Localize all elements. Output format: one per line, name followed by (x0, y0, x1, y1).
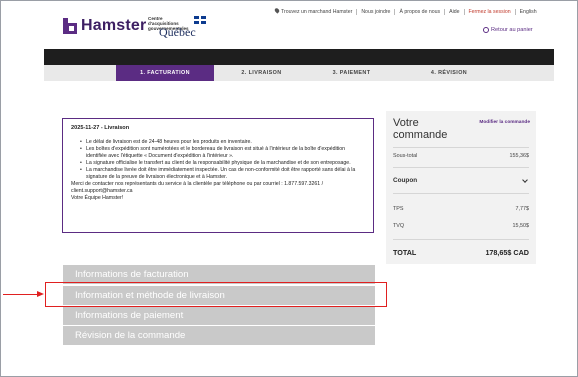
coupon-toggle[interactable]: Coupon (393, 177, 529, 184)
page-frame: Hamster Centre d'acquisitions gouverneme… (0, 0, 578, 377)
step-review[interactable]: 4. RÉVISION (394, 65, 504, 81)
tvq-value: 15,50$ (512, 223, 530, 229)
divider (393, 167, 529, 168)
order-title: Votre commande (393, 117, 448, 141)
find-merchant-link[interactable]: Trouvez un marchand Hamster (271, 7, 356, 15)
total-label: TOTAL (393, 248, 417, 257)
divider (393, 239, 529, 240)
delivery-notice: 2025-11-27 - Livraison Le délai de livra… (62, 118, 374, 233)
notice-item: Le délai de livraison est de 24-48 heure… (80, 139, 365, 146)
coupon-label: Coupon (393, 177, 418, 184)
gov-name: Québec (159, 25, 196, 39)
hamster-logo[interactable]: Hamster (63, 17, 146, 35)
logout-link[interactable]: Fermez la session (463, 8, 515, 15)
section-order-review[interactable]: Révision de la commande (63, 326, 375, 345)
back-to-cart-link[interactable]: Retour au panier (483, 27, 533, 33)
notice-item: La signature officialise le transfert au… (80, 160, 365, 167)
step-shipping[interactable]: 2. LIVRAISON (214, 65, 309, 81)
checkout-steps: 1. FACTURATION 2. LIVRAISON 3. PAIEMENT … (44, 65, 554, 81)
total-row: TOTAL 178,65$ CAD (393, 248, 529, 257)
divider (393, 147, 529, 148)
notice-list: Le délai de livraison est de 24-48 heure… (71, 139, 365, 181)
chevron-down-icon (522, 177, 528, 183)
section-payment-info[interactable]: Informations de paiement (63, 306, 375, 325)
annotation-arrow-line (3, 294, 40, 296)
brand-name: Hamster (81, 17, 147, 34)
subtotal-label: Sous-total (393, 153, 418, 159)
highlight-box (45, 282, 387, 307)
total-value: 178,65$ CAD (485, 248, 529, 257)
language-link[interactable]: English (514, 8, 541, 15)
subtotal-row: Sous-total 155,36$ (393, 153, 529, 159)
notice-item: Les boîtes d'expédition sont numérotées … (80, 146, 365, 160)
divider (393, 193, 529, 194)
notice-signature: Votre Équipe Hamster! (71, 195, 124, 201)
tvq-row: TVQ 15,50$ (393, 223, 529, 229)
hamster-logo-icon (63, 18, 77, 34)
black-banner (44, 49, 554, 65)
gov-logo: Centre d'acquisitions gouvernementales Q… (148, 16, 218, 39)
quebec-flag-icon (194, 16, 206, 24)
steps-spacer (44, 65, 116, 81)
step-payment[interactable]: 3. PAIEMENT (309, 65, 394, 81)
notice-contact: Merci de contacter nos représentants du … (71, 181, 324, 194)
tvq-label: TVQ (393, 223, 405, 229)
location-pin-icon (273, 7, 281, 14)
about-link[interactable]: À propos de nous (394, 8, 444, 15)
arrow-right-icon (37, 291, 44, 297)
top-navigation: Trouvez un marchand Hamster Nous joindre… (271, 7, 541, 15)
tps-value: 7,77$ (515, 206, 530, 212)
back-to-cart-label: Retour au panier (491, 27, 533, 33)
help-link[interactable]: Aide (444, 8, 463, 15)
tps-label: TPS (393, 206, 404, 212)
cart-icon (483, 27, 489, 33)
tps-row: TPS 7,77$ (393, 206, 529, 212)
order-summary: Votre commande Modifier la commande Sous… (386, 111, 536, 264)
subtotal-value: 155,36$ (509, 153, 530, 159)
step-billing[interactable]: 1. FACTURATION (116, 65, 214, 81)
modify-order-link[interactable]: Modifier la commande (479, 120, 530, 125)
contact-link[interactable]: Nous joindre (356, 8, 394, 15)
notice-title: 2025-11-27 - Livraison (71, 125, 130, 131)
notice-item: La marchandise livrée doit être immédiat… (80, 167, 365, 181)
